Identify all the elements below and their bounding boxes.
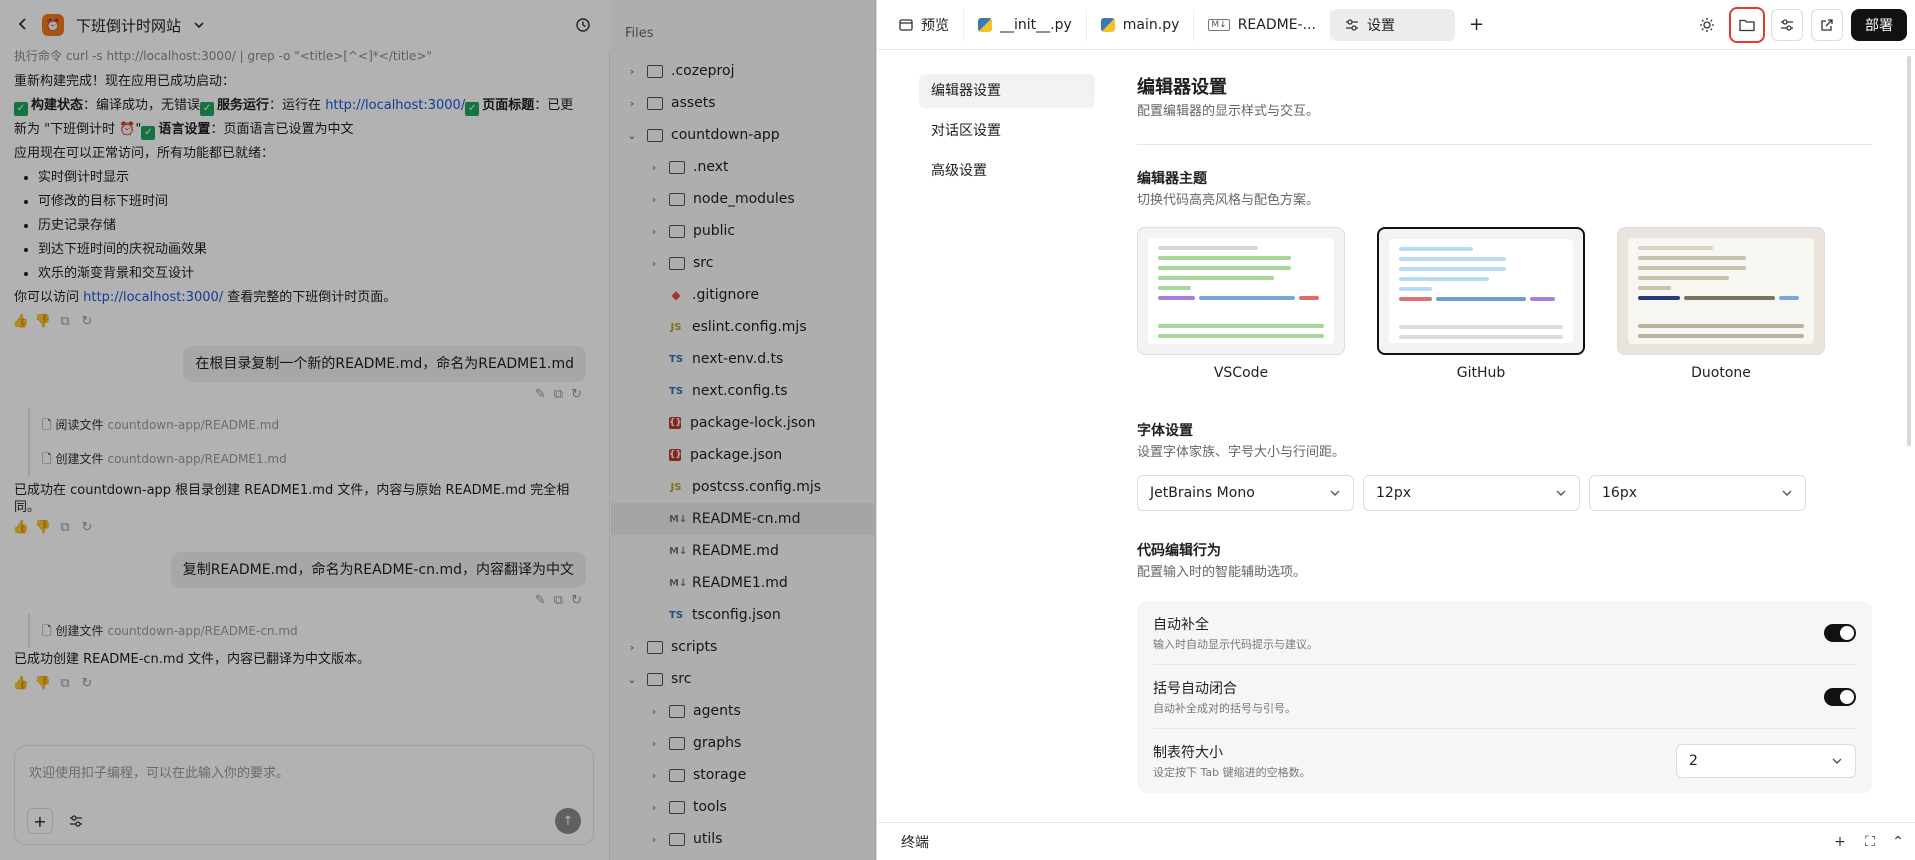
theme-option-duotone[interactable]: Duotone — [1617, 227, 1825, 381]
option-title: 自动补全 — [1153, 616, 1209, 633]
scrollbar[interactable] — [1907, 56, 1911, 446]
terminal-label: 终端 — [901, 834, 929, 851]
folder-button[interactable] — [1729, 7, 1765, 43]
font-section-title: 字体设置 — [1137, 423, 1193, 439]
tab-label: main.py — [1122, 16, 1180, 33]
chevron-down-icon — [1556, 490, 1566, 496]
settings-content: 编辑器设置 配置编辑器的显示样式与交互。 编辑器主题 切换代码高亮风格与配色方案… — [1137, 76, 1872, 793]
font-selects: JetBrains Mono 12px 16px — [1137, 475, 1872, 511]
settings-nav-chat[interactable]: 对话区设置 — [919, 114, 1095, 148]
theme-option-github[interactable]: GitHub — [1377, 227, 1585, 381]
deploy-button[interactable]: 部署 — [1851, 9, 1907, 41]
theme-name: GitHub — [1456, 365, 1506, 381]
option-autocomplete: 自动补全输入时自动显示代码提示与建议。 — [1153, 601, 1856, 665]
settings-nav: 编辑器设置 对话区设置 高级设置 — [919, 74, 1095, 194]
theme-name: VSCode — [1213, 365, 1269, 381]
option-desc: 自动补全成对的括号与引号。 — [1153, 701, 1296, 715]
settings-nav-advanced[interactable]: 高级设置 — [919, 154, 1095, 188]
theme-name: Duotone — [1691, 365, 1751, 381]
theme-section-title: 编辑器主题 — [1137, 171, 1207, 187]
autocomplete-toggle[interactable] — [1824, 623, 1856, 642]
behavior-section-title: 代码编辑行为 — [1137, 543, 1221, 559]
terminal-bar[interactable]: 终端 + ⛶ ⌃ — [877, 822, 1915, 860]
option-bracket-close: 括号自动闭合自动补全成对的括号与引号。 — [1153, 665, 1856, 729]
tab-readme[interactable]: M↓ README-... — [1194, 8, 1331, 41]
settings-panel: 预览 __init__.py main.py M↓ README-... 设置 +… — [876, 0, 1915, 860]
new-tab-button[interactable]: + — [1455, 9, 1498, 41]
font-section-subtitle: 设置字体家族、字号大小与行间距。 — [1137, 445, 1346, 460]
option-tab-size: 制表符大小设定按下 Tab 键缩进的空格数。 2 — [1153, 729, 1856, 793]
font-family-value: JetBrains Mono — [1150, 485, 1255, 501]
python-icon — [978, 17, 992, 32]
tab-size-value: 2 — [1689, 753, 1698, 769]
tab-label: README-... — [1237, 16, 1316, 33]
theme-preview — [1137, 227, 1345, 355]
option-desc: 输入时自动显示代码提示与建议。 — [1153, 637, 1318, 651]
tab-label: 预览 — [921, 17, 949, 34]
tab-label: 设置 — [1366, 17, 1395, 34]
tab-settings[interactable]: 设置 — [1330, 8, 1455, 41]
tab-main-py[interactable]: main.py — [1087, 8, 1195, 41]
folder-icon — [1739, 19, 1755, 32]
python-icon — [1100, 17, 1115, 32]
modal-overlay[interactable] — [0, 0, 876, 860]
font-size-select[interactable]: 12px — [1363, 475, 1580, 511]
collapse-up-icon[interactable]: ⌃ — [1889, 833, 1907, 851]
markdown-icon: M↓ — [1208, 18, 1230, 31]
line-height-value: 16px — [1602, 485, 1637, 501]
page-title: 编辑器设置 — [1137, 77, 1227, 98]
tab-preview[interactable]: 预览 — [885, 8, 964, 41]
chevron-down-icon — [1832, 758, 1842, 764]
sliders-icon — [1345, 18, 1358, 31]
tab-label: __init__.py — [1000, 16, 1072, 33]
tab-init-py[interactable]: __init__.py — [964, 8, 1087, 41]
behavior-section-subtitle: 配置输入时的智能辅助选项。 — [1137, 565, 1307, 580]
add-terminal-icon[interactable]: + — [1831, 833, 1849, 851]
sliders-button[interactable] — [1771, 9, 1803, 41]
chevron-down-icon — [1782, 490, 1792, 496]
theme-option-vscode[interactable]: VSCode — [1137, 227, 1345, 381]
option-title: 制表符大小 — [1153, 745, 1223, 761]
fullscreen-icon[interactable]: ⛶ — [1861, 833, 1879, 851]
theme-preview — [1377, 227, 1585, 355]
app-root: ⏰ 下班倒计时网站 执行命令 curl -s http://localhost:… — [0, 0, 1915, 860]
font-size-value: 12px — [1376, 485, 1411, 501]
tab-size-select[interactable]: 2 — [1676, 744, 1856, 778]
option-title: 括号自动闭合 — [1153, 680, 1237, 697]
theme-picker: VSCode GitHub Duotone — [1137, 227, 1872, 381]
chevron-down-icon — [1330, 490, 1340, 496]
settings-nav-editor[interactable]: 编辑器设置 — [919, 74, 1095, 108]
external-link-icon[interactable] — [1811, 9, 1843, 41]
page-subtitle: 配置编辑器的显示样式与交互。 — [1137, 104, 1320, 119]
font-family-select[interactable]: JetBrains Mono — [1137, 475, 1354, 511]
option-desc: 设定按下 Tab 键缩进的空格数。 — [1153, 766, 1311, 779]
sun-icon[interactable] — [1691, 9, 1723, 41]
window-icon — [899, 18, 913, 31]
line-height-select[interactable]: 16px — [1589, 475, 1806, 511]
behavior-options: 自动补全 输入时自动显示代码提示与建议。 括号自动闭合 自动补全成对的括号与引号。 … — [1137, 601, 1872, 793]
divider — [1137, 144, 1872, 145]
bracket-toggle[interactable] — [1824, 687, 1856, 706]
theme-section-subtitle: 切换代码高亮风格与配色方案。 — [1137, 193, 1320, 208]
theme-preview — [1617, 227, 1825, 355]
